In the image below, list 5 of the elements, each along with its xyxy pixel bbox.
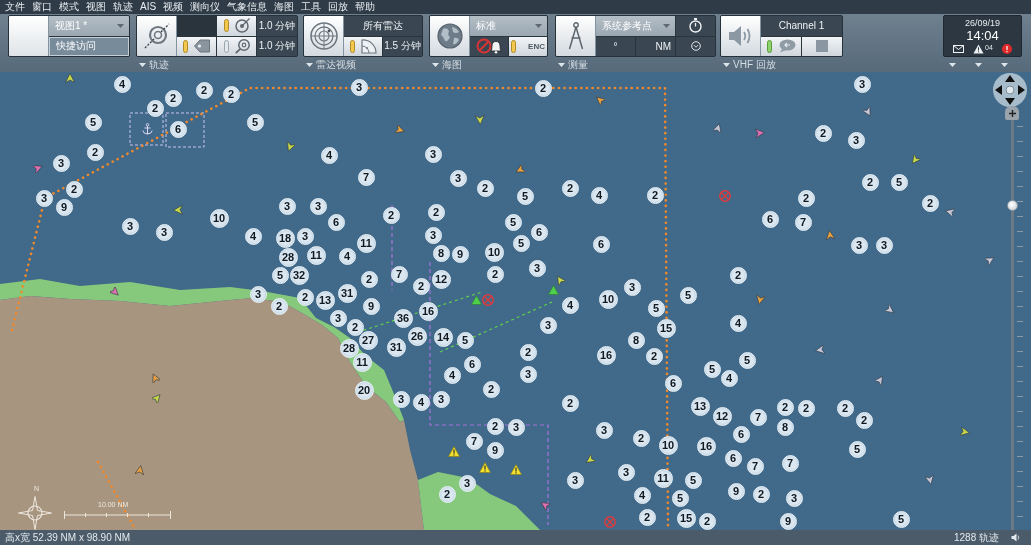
map-extent-text: 高x宽 52.39 NM x 98.90 NM — [5, 531, 131, 545]
enc-label: ENC — [528, 41, 545, 51]
date-text: 26/09/19 — [964, 18, 1000, 28]
track-count-text: 1288 轨迹 — [953, 531, 999, 545]
time-text: 14:04 — [966, 28, 999, 43]
